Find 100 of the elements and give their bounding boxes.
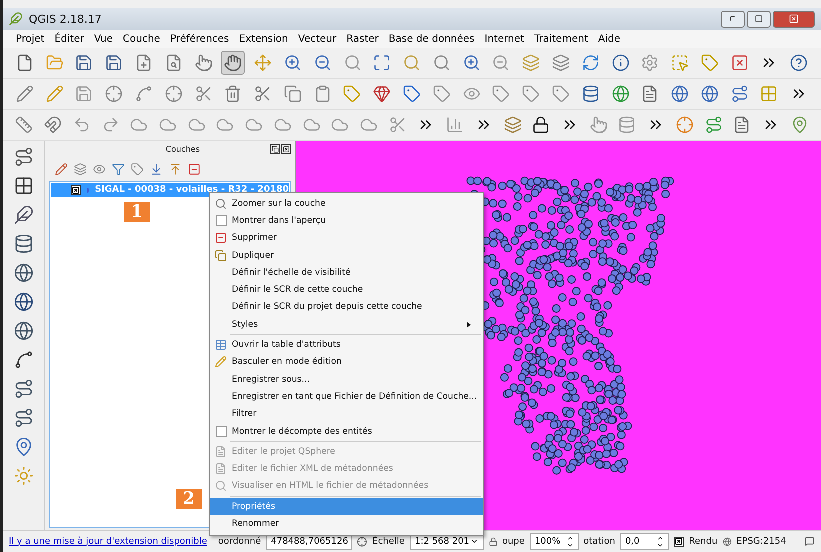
label-icon[interactable] (403, 85, 422, 103)
shape-icon[interactable] (360, 116, 378, 134)
menu-item[interactable]: Base de données (384, 34, 480, 44)
expression-icon[interactable] (131, 162, 144, 176)
refresh-icon[interactable] (582, 54, 600, 72)
spin-down-icon[interactable] (657, 542, 664, 548)
messages-icon[interactable] (805, 535, 816, 548)
label-icon[interactable] (462, 85, 481, 103)
add-layer-icon[interactable] (14, 205, 34, 225)
menu-item[interactable]: Éditer (50, 34, 90, 44)
shape-icon[interactable] (245, 116, 264, 134)
zoom-icon[interactable] (403, 54, 422, 72)
layers-icon[interactable] (504, 116, 522, 134)
menu-item[interactable]: Définir le SCR du projet depuis cette couche (210, 298, 484, 316)
globe-icon[interactable] (722, 536, 732, 548)
shape-icon[interactable] (158, 116, 177, 134)
menu-item[interactable]: Dupliquer (210, 246, 484, 264)
style-icon[interactable] (55, 162, 68, 176)
expand-icon[interactable] (150, 162, 163, 176)
pointer-icon[interactable] (590, 116, 608, 134)
pencil-icon[interactable] (46, 85, 64, 103)
menu-item[interactable]: Raster (342, 34, 384, 44)
help-icon[interactable] (790, 54, 808, 72)
globe-icon[interactable] (612, 85, 630, 103)
folder-icon[interactable] (46, 54, 64, 72)
menu-item[interactable]: Basculer en mode édition (210, 354, 484, 371)
shape-icon[interactable] (274, 116, 292, 134)
menu-item[interactable]: Traitement (529, 34, 594, 44)
globe-icon[interactable] (671, 85, 690, 103)
copy-icon[interactable] (284, 85, 302, 103)
maximize-button[interactable] (747, 10, 771, 28)
menu-item[interactable]: Préférences (165, 34, 234, 44)
document-icon[interactable] (641, 85, 660, 103)
pencil-icon[interactable] (16, 85, 34, 103)
menu-item[interactable]: Vue (89, 34, 118, 44)
node-icon[interactable] (105, 85, 124, 103)
magnifier-spinbox[interactable]: 100% (530, 533, 579, 550)
settings-icon[interactable] (641, 54, 660, 72)
menu-item[interactable]: Couche (118, 34, 166, 44)
layers-icon[interactable] (522, 54, 540, 72)
label-icon[interactable] (432, 85, 451, 103)
add-raster-icon[interactable] (14, 176, 34, 196)
redo-icon[interactable] (102, 116, 120, 134)
menu-checkbox[interactable] (216, 426, 226, 437)
menu-item[interactable]: Extension (234, 34, 294, 44)
menu-item[interactable]: Supprimer (210, 230, 484, 247)
filter-icon[interactable] (112, 162, 125, 176)
pan-tool[interactable] (221, 51, 246, 75)
crs-label[interactable]: EPSG:2154 (736, 536, 786, 546)
save-icon[interactable] (75, 54, 94, 72)
identify-icon[interactable] (612, 54, 630, 72)
menu-item[interactable]: Internet (480, 34, 530, 44)
layers-icon[interactable] (74, 162, 87, 176)
ruler-icon[interactable] (15, 116, 34, 134)
shape-icon[interactable] (331, 116, 350, 134)
zoom-in-icon[interactable] (284, 54, 302, 72)
menu-item[interactable]: Projet (11, 34, 50, 44)
menu-item[interactable]: Montrer le décompte des entités (210, 422, 484, 440)
expression-icon[interactable] (700, 54, 719, 72)
layer-checkbox[interactable] (71, 185, 81, 195)
shape-icon[interactable] (302, 116, 321, 134)
database-icon[interactable] (618, 116, 636, 134)
save-icon[interactable] (105, 54, 124, 72)
chart-icon[interactable] (446, 116, 464, 134)
minimize-button[interactable] (721, 10, 745, 28)
spin-up-icon[interactable] (566, 534, 574, 542)
undo-icon[interactable] (72, 116, 91, 134)
menu-item[interactable]: Définir le SCR de cette couche (210, 281, 484, 299)
deselect-icon[interactable] (730, 54, 749, 72)
add-globe-icon[interactable] (14, 263, 34, 283)
add-globe-icon[interactable] (14, 292, 34, 312)
file-plus-icon[interactable] (135, 54, 154, 72)
render-checkbox[interactable] (674, 536, 684, 546)
sun-icon[interactable] (14, 466, 34, 486)
menu-item[interactable]: Renommer (210, 515, 484, 533)
spin-up-icon[interactable] (657, 534, 664, 542)
zoom-last-icon[interactable] (462, 54, 481, 72)
diagram-icon[interactable] (373, 85, 392, 103)
menu-item[interactable]: Ouvrir la table d'attributs (210, 336, 484, 354)
clipboard-icon[interactable] (314, 85, 332, 103)
menu-item[interactable]: Enregistrer sous... (210, 370, 484, 388)
database-icon[interactable] (582, 85, 600, 103)
globe-icon[interactable] (700, 85, 719, 103)
scissors-icon[interactable] (388, 116, 407, 134)
node-icon[interactable] (676, 116, 694, 134)
rotation-spinbox[interactable]: 0,0 (620, 533, 670, 550)
file-icon[interactable] (16, 54, 34, 72)
label-icon[interactable] (552, 85, 570, 103)
menu-item[interactable]: Vecteur (293, 34, 342, 44)
menu-checkbox[interactable] (216, 215, 226, 226)
update-link[interactable]: Il y a une mise à jour d'extension disponible (9, 536, 208, 546)
menu-item[interactable]: Zoomer sur la couche (210, 195, 484, 212)
add-database-icon[interactable] (14, 234, 34, 254)
shape-icon[interactable] (130, 116, 148, 134)
scissors-icon[interactable] (194, 85, 213, 103)
zoom-icon[interactable] (432, 54, 451, 72)
lock-icon[interactable] (532, 116, 550, 134)
menu-item[interactable]: Filtrer (210, 406, 484, 423)
label-icon[interactable] (522, 85, 540, 103)
select-icon[interactable] (671, 54, 690, 72)
